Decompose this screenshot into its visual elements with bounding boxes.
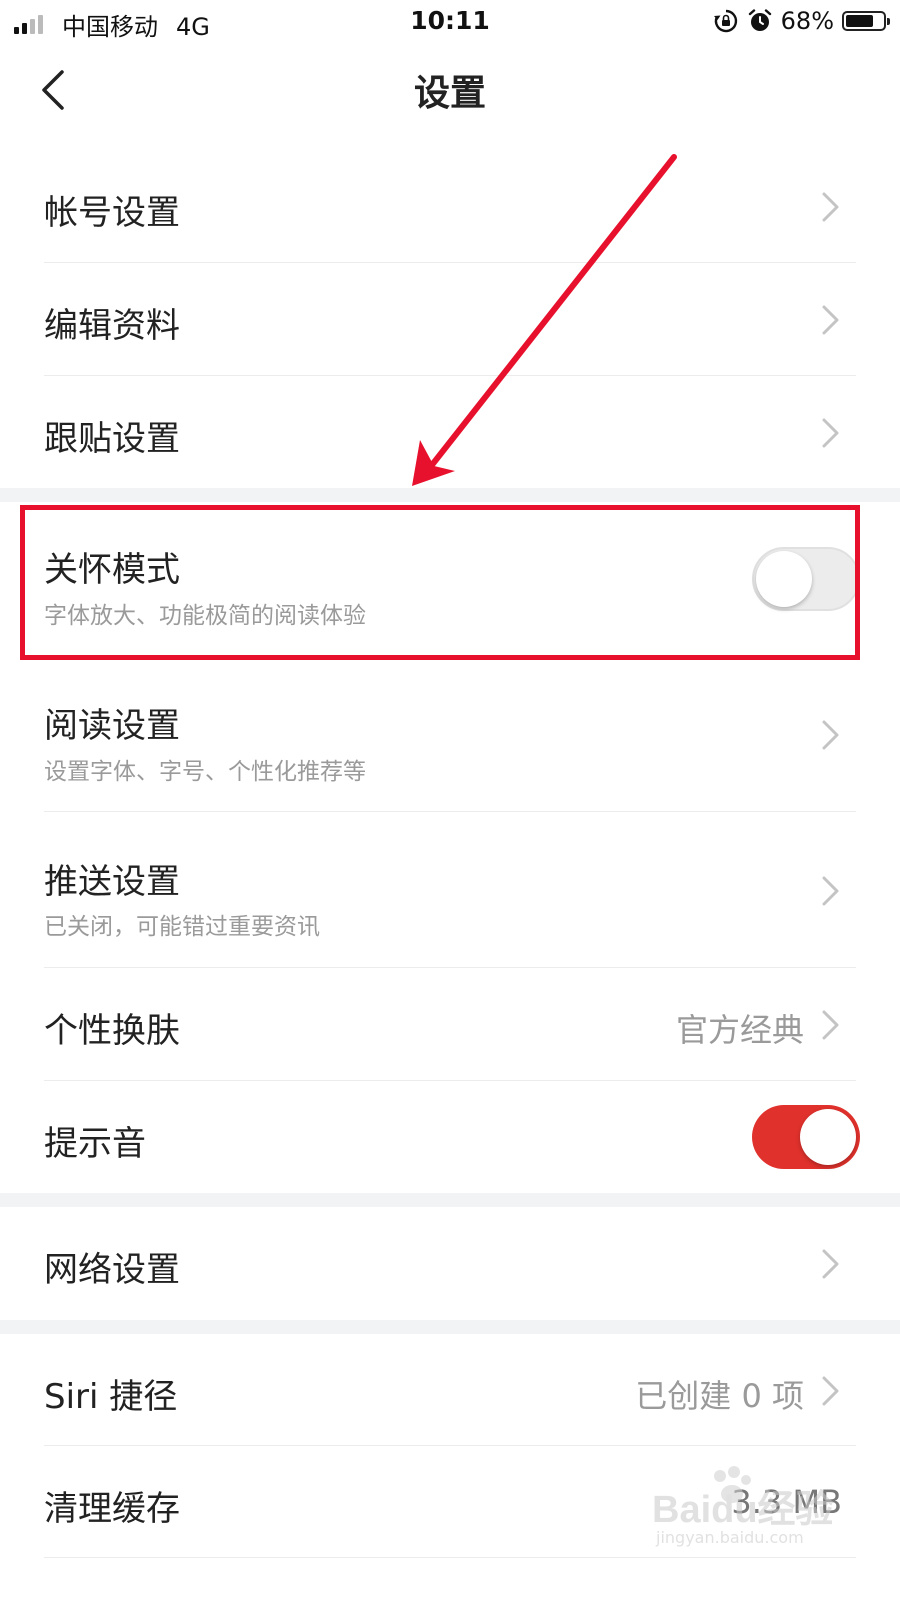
push-settings-label: 推送设置 — [44, 862, 180, 902]
toggle-knob — [800, 1109, 856, 1165]
push-settings-description: 已关闭，可能错过重要资讯 — [44, 914, 320, 940]
edit-profile-label: 编辑资料 — [44, 306, 180, 346]
section-gap — [0, 1193, 900, 1207]
battery-percent: 68% — [780, 7, 834, 35]
chevron-right-icon — [822, 876, 839, 906]
reply-settings-label: 跟贴设置 — [44, 419, 180, 459]
care-mode-item: 关怀模式 字体放大、功能极简的阅读体验 — [0, 502, 900, 662]
watermark-url: jingyan.baidu.com — [656, 1528, 804, 1547]
toggle-knob — [756, 551, 812, 607]
alarm-icon — [748, 9, 771, 31]
push-settings-item[interactable]: 推送设置 已关闭，可能错过重要资讯 — [0, 812, 900, 968]
care-mode-toggle[interactable] — [752, 547, 860, 611]
watermark-brand: Baidu经验 — [652, 1489, 834, 1531]
care-mode-description: 字体放大、功能极简的阅读体验 — [44, 603, 366, 629]
baidu-watermark: Baidu经验 jingyan.baidu.com — [652, 1466, 842, 1560]
siri-shortcuts-item[interactable]: Siri 捷径 已创建 0 项 — [0, 1334, 900, 1446]
account-settings-item[interactable]: 帐号设置 — [0, 150, 900, 263]
status-bar: 中国移动 4G 10:11 68% — [0, 0, 900, 46]
status-right: 68% — [713, 7, 890, 35]
siri-shortcuts-label: Siri 捷径 — [44, 1377, 178, 1417]
chevron-right-icon — [822, 1249, 839, 1279]
chevron-right-icon — [822, 1376, 839, 1406]
battery-icon — [842, 11, 890, 31]
nav-bar: 设置 — [0, 46, 900, 134]
skin-label: 个性换肤 — [44, 1011, 180, 1051]
chevron-right-icon — [822, 418, 839, 448]
skin-item[interactable]: 个性换肤 官方经典 — [0, 968, 900, 1081]
chevron-right-icon — [822, 720, 839, 750]
reading-settings-item[interactable]: 阅读设置 设置字体、字号、个性化推荐等 — [0, 662, 900, 812]
sound-item: 提示音 — [0, 1081, 900, 1193]
section-gap — [0, 1320, 900, 1334]
network-settings-item[interactable]: 网络设置 — [0, 1207, 900, 1320]
skin-value: 官方经典 — [675, 1011, 804, 1049]
page-title: 设置 — [413, 73, 486, 114]
account-settings-label: 帐号设置 — [44, 193, 180, 233]
siri-shortcuts-value: 已创建 0 项 — [635, 1377, 804, 1415]
care-mode-label: 关怀模式 — [44, 550, 180, 590]
edit-profile-item[interactable]: 编辑资料 — [0, 263, 900, 376]
chevron-right-icon — [822, 192, 839, 222]
sound-label: 提示音 — [44, 1124, 146, 1164]
sound-toggle[interactable] — [752, 1105, 860, 1169]
clear-cache-label: 清理缓存 — [44, 1489, 180, 1529]
chevron-right-icon — [822, 305, 839, 335]
network-settings-label: 网络设置 — [44, 1250, 180, 1290]
orientation-lock-icon — [713, 9, 737, 33]
section-gap — [0, 488, 900, 502]
reading-settings-label: 阅读设置 — [44, 706, 180, 746]
reading-settings-description: 设置字体、字号、个性化推荐等 — [44, 759, 366, 785]
chevron-right-icon — [822, 1010, 839, 1040]
reply-settings-item[interactable]: 跟贴设置 — [0, 376, 900, 488]
